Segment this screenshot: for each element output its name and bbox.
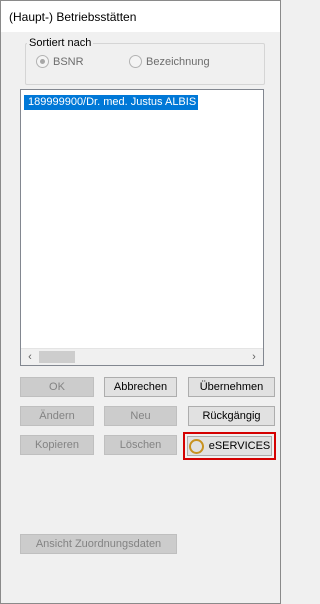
aendern-button[interactable]: Ändern [20,406,94,426]
radio-bezeichnung-label: Bezeichnung [146,55,210,68]
eservices-ring-icon [188,438,204,454]
sort-group-label: Sortiert nach [27,37,94,49]
radio-bsnr-circle [36,55,49,68]
uebernehmen-button[interactable]: Übernehmen [188,377,275,397]
title-bar: (Haupt-) Betriebsstätten [1,1,280,32]
rueckgaengig-button[interactable]: Rückgängig [188,406,275,426]
window-title: (Haupt-) Betriebsstätten [9,10,137,24]
list-item[interactable]: 189999900/Dr. med. Justus ALBIS [24,95,199,110]
eservices-label: eSERVICES [208,440,271,452]
radio-bezeichnung[interactable]: Bezeichnung [129,55,210,68]
radio-bezeichnung-circle [129,55,142,68]
neu-button[interactable]: Neu [104,406,177,426]
eservices-button[interactable]: eSERVICES [187,436,272,456]
ansicht-zuordnungsdaten-button[interactable]: Ansicht Zuordnungsdaten [20,534,177,554]
ok-button[interactable]: OK [20,377,94,397]
scroll-right-icon[interactable]: › [246,350,262,364]
radio-bsnr[interactable]: BSNR [36,55,84,68]
loeschen-button[interactable]: Löschen [104,435,177,455]
abbrechen-button[interactable]: Abbrechen [104,377,177,397]
radio-bsnr-label: BSNR [53,55,84,68]
betriebsstaetten-list[interactable]: 189999900/Dr. med. Justus ALBIS ‹ › [20,89,264,366]
dialog-window: (Haupt-) Betriebsstätten Sortiert nach B… [0,0,281,604]
eservices-highlight: eSERVICES [183,432,276,460]
horizontal-scrollbar[interactable]: ‹ › [21,348,263,365]
scroll-left-icon[interactable]: ‹ [22,350,38,364]
kopieren-button[interactable]: Kopieren [20,435,94,455]
scroll-thumb[interactable] [39,351,75,363]
